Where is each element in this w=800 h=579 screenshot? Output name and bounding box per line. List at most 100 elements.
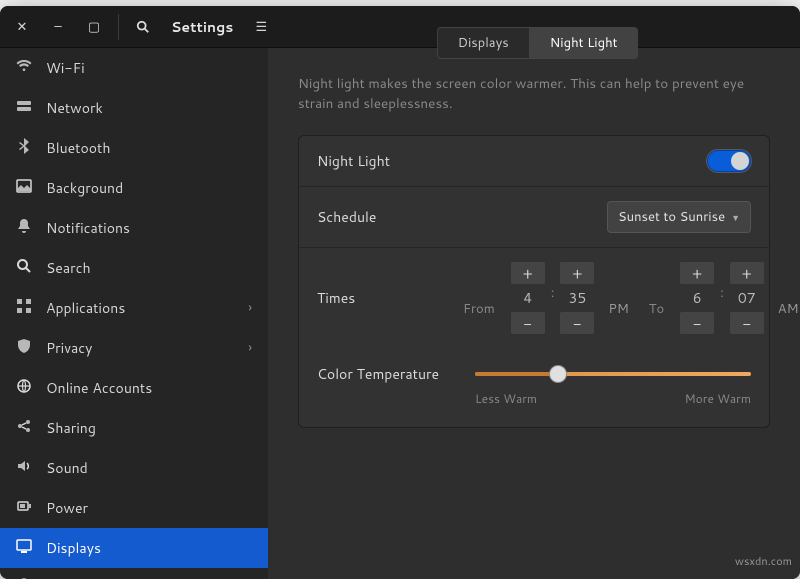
search-button[interactable] — [127, 12, 159, 42]
from-min-down[interactable]: − — [560, 312, 594, 334]
body: Wi-Fi Network Bluetooth Background Notificat… — [0, 48, 800, 579]
sidebar-item-label: Applications — [46, 298, 234, 318]
to-hour-down[interactable]: − — [680, 312, 714, 334]
sidebar-item-label: Sharing — [46, 418, 252, 438]
slider-max-label: More Warm — [685, 390, 751, 407]
network-icon — [16, 98, 32, 119]
switch-knob — [731, 152, 749, 170]
from-hour-up[interactable]: + — [511, 262, 545, 284]
from-hour-down[interactable]: − — [511, 312, 545, 334]
minimize-button[interactable]: – — [42, 12, 74, 42]
from-label: From — [457, 278, 501, 318]
sidebar-item-network[interactable]: Network — [0, 88, 268, 128]
row-times: Times From + 4 − : — [299, 247, 769, 348]
separator — [118, 14, 119, 40]
sidebar[interactable]: Wi-Fi Network Bluetooth Background Notificat… — [0, 48, 268, 579]
search-icon — [136, 20, 150, 34]
to-min-down[interactable]: − — [730, 312, 764, 334]
sidebar-item-sharing[interactable]: Sharing — [0, 408, 268, 448]
applications-icon — [16, 298, 32, 319]
power-icon — [16, 498, 32, 519]
to-hour-spinner: + 6 − — [680, 262, 714, 334]
window-title: Settings — [171, 17, 233, 37]
colon: : — [551, 262, 555, 334]
to-label: To — [643, 278, 670, 318]
from-hour-spinner: + 4 − — [511, 262, 545, 334]
from-min-value[interactable]: 35 — [560, 288, 594, 308]
sidebar-item-label: Online Accounts — [46, 378, 252, 398]
slider-min-label: Less Warm — [475, 390, 537, 407]
to-hour-value[interactable]: 6 — [680, 288, 714, 308]
from-hour-value[interactable]: 4 — [511, 288, 545, 308]
row-night-light: Night Light — [299, 136, 769, 186]
from-min-spinner: + 35 − — [560, 262, 594, 334]
bluetooth-icon — [16, 138, 32, 159]
sidebar-item-notifications[interactable]: Notifications — [0, 208, 268, 248]
sidebar-item-label: Power — [46, 498, 252, 518]
sidebar-item-label: Bluetooth — [46, 138, 252, 158]
schedule-label: Schedule — [317, 207, 457, 227]
sidebar-item-label: Wi-Fi — [46, 58, 252, 78]
chevron-right-icon: › — [248, 299, 252, 317]
displays-icon — [16, 538, 32, 559]
tab-displays[interactable]: Displays — [438, 28, 529, 58]
to-ampm[interactable]: AM — [774, 278, 800, 318]
sidebar-item-label: Notifications — [46, 218, 252, 238]
times-label: Times — [317, 288, 457, 308]
sidebar-item-power[interactable]: Power — [0, 488, 268, 528]
sidebar-item-background[interactable]: Background — [0, 168, 268, 208]
to-min-value[interactable]: 07 — [730, 288, 764, 308]
sidebar-item-displays[interactable]: Displays — [0, 528, 268, 568]
watermark: wsxdn.com — [735, 553, 792, 569]
sidebar-item-wifi[interactable]: Wi-Fi — [0, 48, 268, 88]
night-light-switch[interactable] — [707, 150, 751, 172]
to-min-spinner: + 07 − — [730, 262, 764, 334]
from-min-up[interactable]: + — [560, 262, 594, 284]
tab-night-light[interactable]: Night Light — [529, 28, 638, 58]
colon: : — [720, 262, 724, 334]
chevron-right-icon: › — [248, 339, 252, 357]
close-button[interactable]: ✕ — [6, 12, 38, 42]
search-icon — [16, 258, 32, 279]
color-temp-slider[interactable] — [475, 365, 751, 383]
schedule-dropdown[interactable]: Sunset to Sunrise ▼ — [607, 201, 751, 233]
description: Night light makes the screen color warme… — [298, 74, 770, 113]
sidebar-item-mouse[interactable]: Mouse & Touchpad — [0, 568, 268, 579]
settings-window: ✕ – ▢ Settings ☰ Displays Night Light Wi… — [0, 6, 800, 579]
row-color-temp: Color Temperature Less Warm More Warm — [299, 348, 769, 427]
sharing-icon — [16, 418, 32, 439]
sidebar-item-search[interactable]: Search — [0, 248, 268, 288]
sidebar-item-online[interactable]: Online Accounts — [0, 368, 268, 408]
wifi-icon — [16, 58, 32, 79]
slider-track — [475, 372, 751, 376]
view-tabs: Displays Night Light — [437, 27, 639, 59]
titlebar: ✕ – ▢ Settings ☰ Displays Night Light — [0, 6, 800, 48]
sidebar-item-sound[interactable]: Sound — [0, 448, 268, 488]
row-schedule: Schedule Sunset to Sunrise ▼ — [299, 186, 769, 247]
online-icon — [16, 378, 32, 399]
slider-thumb[interactable] — [550, 366, 566, 382]
to-min-up[interactable]: + — [730, 262, 764, 284]
background-icon — [16, 178, 32, 199]
sidebar-item-label: Search — [46, 258, 252, 278]
sidebar-item-label: Network — [46, 98, 252, 118]
sidebar-item-applications[interactable]: Applications › — [0, 288, 268, 328]
chevron-down-icon: ▼ — [731, 211, 740, 224]
to-hour-up[interactable]: + — [680, 262, 714, 284]
sidebar-item-label: Displays — [46, 538, 252, 558]
content: Night light makes the screen color warme… — [268, 48, 800, 579]
sidebar-item-label: Privacy — [46, 338, 234, 358]
sidebar-item-privacy[interactable]: Privacy › — [0, 328, 268, 368]
notifications-icon — [16, 218, 32, 239]
sidebar-item-label: Sound — [46, 458, 252, 478]
sidebar-item-bluetooth[interactable]: Bluetooth — [0, 128, 268, 168]
sidebar-item-label: Background — [46, 178, 252, 198]
hamburger-button[interactable]: ☰ — [245, 12, 277, 42]
sound-icon — [16, 458, 32, 479]
settings-panel: Night Light Schedule Sunset to Sunrise ▼ — [298, 135, 770, 428]
privacy-icon — [16, 338, 32, 359]
maximize-button[interactable]: ▢ — [78, 12, 110, 42]
schedule-value: Sunset to Sunrise — [618, 208, 725, 226]
from-ampm[interactable]: PM — [604, 278, 632, 318]
color-temp-label: Color Temperature — [317, 364, 457, 384]
